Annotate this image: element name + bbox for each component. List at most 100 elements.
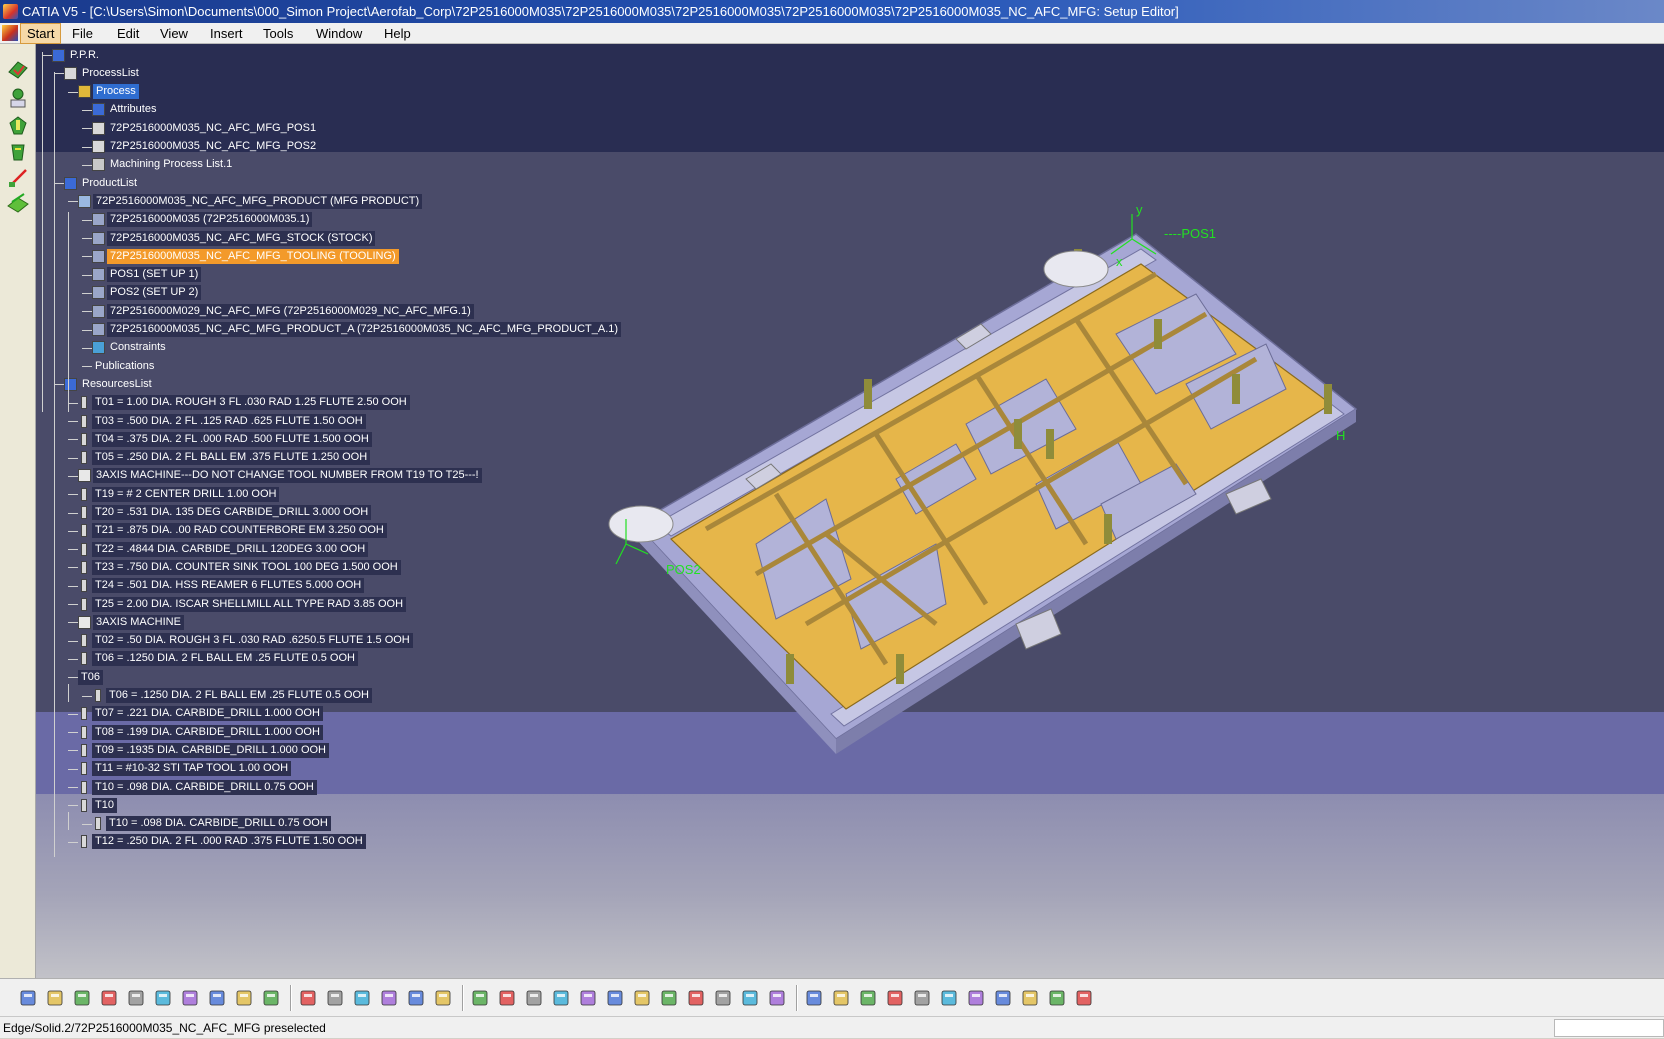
tool-path-icon[interactable] [6, 166, 30, 190]
layout-icon[interactable] [966, 988, 986, 1008]
tree-node[interactable]: T20 = .531 DIA. 135 DEG CARBIDE_DRILL 3.… [78, 505, 372, 521]
nc-output-icon[interactable] [1020, 988, 1040, 1008]
menu-insert[interactable]: Insert [204, 23, 249, 44]
multi-view-icon[interactable] [659, 988, 679, 1008]
tree-node[interactable]: 72P2516000M035_NC_AFC_MFG_PRODUCT_A (72P… [92, 322, 622, 338]
tree-node[interactable]: Attributes [92, 102, 159, 118]
tree-node[interactable]: ResourcesList [64, 376, 155, 392]
tree-node[interactable]: 3AXIS MACHINE [78, 614, 184, 630]
catia-app-icon[interactable] [3, 4, 18, 19]
pan-icon[interactable] [524, 988, 544, 1008]
tree-node[interactable]: T06 = .1250 DIA. 2 FL BALL EM .25 FLUTE … [78, 651, 358, 667]
machining-operation-icon[interactable] [6, 114, 30, 138]
tree-node[interactable]: ProductList [64, 175, 140, 191]
tree-node[interactable]: T23 = .750 DIA. COUNTER SINK TOOL 100 DE… [78, 559, 401, 575]
menu-start[interactable]: Start [20, 23, 62, 44]
rotate-icon[interactable] [551, 988, 571, 1008]
3d-viewport[interactable]: ----POS1 POS2 y x H P.P.R. ProcessList Pro… [36, 44, 1664, 978]
tree-node[interactable]: POS1 (SET UP 1) [92, 267, 202, 283]
tree-node[interactable]: T09 = .1935 DIA. CARBIDE_DRILL 1.000 OOH [78, 742, 330, 758]
whats-this-icon[interactable] [261, 988, 281, 1008]
manufacturing-program-icon[interactable] [6, 86, 30, 110]
tree-node[interactable]: T04 = .375 DIA. 2 FL .000 RAD .500 FLUTE… [78, 431, 372, 447]
tree-node[interactable]: 72P2516000M035 (72P2516000M035.1) [92, 212, 313, 228]
swap-visible-icon[interactable] [767, 988, 787, 1008]
measure-between-icon[interactable] [1047, 988, 1067, 1008]
tree-node[interactable]: T19 = # 2 CENTER DRILL 1.00 OOH [78, 486, 280, 502]
document-icon[interactable] [2, 25, 18, 41]
tree-node[interactable]: T07 = .221 DIA. CARBIDE_DRILL 1.000 OOH [78, 706, 323, 722]
open-icon[interactable] [45, 988, 65, 1008]
tree-node[interactable]: 3AXIS MACHINE---DO NOT CHANGE TOOL NUMBE… [78, 468, 482, 484]
tree-node[interactable]: T25 = 2.00 DIA. ISCAR SHELLMILL ALL TYPE… [78, 596, 407, 612]
geometry-icon[interactable] [6, 190, 30, 214]
zoom-in-icon[interactable] [578, 988, 598, 1008]
menu-help[interactable]: Help [378, 23, 417, 44]
tree-node[interactable]: T12 = .250 DIA. 2 FL .000 RAD .375 FLUTE… [78, 834, 366, 850]
video-icon[interactable] [885, 988, 905, 1008]
operation-table-icon[interactable] [831, 988, 851, 1008]
command-input[interactable] [1554, 1019, 1664, 1037]
table-icon[interactable] [379, 988, 399, 1008]
tree-node[interactable]: T01 = 1.00 DIA. ROUGH 3 FL .030 RAD 1.25… [78, 395, 410, 411]
redo-icon[interactable] [234, 988, 254, 1008]
iso-view-icon[interactable] [686, 988, 706, 1008]
menu-file[interactable]: File [66, 23, 99, 44]
fixture-model[interactable]: ----POS1 POS2 y x H [596, 194, 1456, 794]
save-icon[interactable] [72, 988, 92, 1008]
tree-node[interactable]: 72P2516000M035_NC_AFC_MFG_PRODUCT (MFG P… [78, 193, 423, 209]
view-mode-icon[interactable] [713, 988, 733, 1008]
tree-node[interactable]: Process [78, 84, 139, 100]
new-icon[interactable] [18, 988, 38, 1008]
menu-window[interactable]: Window [310, 23, 368, 44]
copy-icon[interactable] [153, 988, 173, 1008]
sketch-icon[interactable] [804, 988, 824, 1008]
measure-item-icon[interactable] [1074, 988, 1094, 1008]
tree-node[interactable]: POS2 (SET UP 2) [92, 285, 202, 301]
tree-node[interactable]: 72P2516000M029_NC_AFC_MFG (72P2516000M02… [92, 303, 474, 319]
tree-node[interactable]: Machining Process List.1 [92, 157, 235, 173]
menu-view[interactable]: View [154, 23, 194, 44]
paste-icon[interactable] [180, 988, 200, 1008]
tree-node[interactable]: T06 [78, 669, 103, 685]
tree-node[interactable]: T10 = .098 DIA. CARBIDE_DRILL 0.75 OOH [78, 779, 317, 795]
tree-node[interactable]: 72P2516000M035_NC_AFC_MFG_STOCK (STOCK) [92, 230, 376, 246]
print-icon[interactable] [99, 988, 119, 1008]
tool-path-replay-icon[interactable] [858, 988, 878, 1008]
tree-node[interactable]: ProcessList [64, 65, 142, 81]
tree-node[interactable]: 72P2516000M035_NC_AFC_MFG_TOOLING (TOOLI… [92, 248, 399, 264]
tree-node[interactable]: T10 [78, 797, 117, 813]
fit-all-icon[interactable] [497, 988, 517, 1008]
tree-node[interactable]: T08 = .199 DIA. CARBIDE_DRILL 1.000 OOH [78, 724, 323, 740]
tree-node[interactable]: Constraints [92, 340, 169, 356]
tree-node[interactable]: T22 = .4844 DIA. CARBIDE_DRILL 120DEG 3.… [78, 541, 369, 557]
knowledge-advisor-icon[interactable] [325, 988, 345, 1008]
tree-node[interactable]: Publications [92, 358, 157, 374]
menu-tools[interactable]: Tools [257, 23, 299, 44]
tree-node[interactable]: T21 = .875 DIA. .00 RAD COUNTERBORE EM 3… [78, 523, 387, 539]
normal-view-icon[interactable] [632, 988, 652, 1008]
tool-change-icon[interactable] [6, 140, 30, 164]
machining-feature-icon[interactable] [912, 988, 932, 1008]
switch-icon[interactable] [433, 988, 453, 1008]
manufacturing-view-icon[interactable] [993, 988, 1013, 1008]
compute-icon[interactable] [939, 988, 959, 1008]
tree-node[interactable]: T05 = .250 DIA. 2 FL BALL EM .375 FLUTE … [78, 450, 371, 466]
measure-icon[interactable] [352, 988, 372, 1008]
catalog-icon[interactable] [406, 988, 426, 1008]
tree-node[interactable]: T02 = .50 DIA. ROUGH 3 FL .030 RAD .6250… [78, 633, 413, 649]
nc-part-operation-icon[interactable] [6, 58, 30, 82]
formula-icon[interactable] [298, 988, 318, 1008]
tree-node[interactable]: T10 = .098 DIA. CARBIDE_DRILL 0.75 OOH [92, 816, 331, 832]
tree-node[interactable]: 72P2516000M035_NC_AFC_MFG_POS2 [92, 139, 319, 155]
fly-mode-icon[interactable] [470, 988, 490, 1008]
tree-node[interactable]: P.P.R. [52, 47, 102, 63]
tree-node[interactable]: T06 = .1250 DIA. 2 FL BALL EM .25 FLUTE … [92, 688, 372, 704]
undo-icon[interactable] [207, 988, 227, 1008]
zoom-out-icon[interactable] [605, 988, 625, 1008]
tree-node[interactable]: T11 = #10-32 STI TAP TOOL 1.00 OOH [78, 761, 292, 777]
hide-show-icon[interactable] [740, 988, 760, 1008]
cut-icon[interactable] [126, 988, 146, 1008]
tree-node[interactable]: T24 = .501 DIA. HSS REAMER 6 FLUTES 5.00… [78, 578, 365, 594]
tree-node[interactable]: T03 = .500 DIA. 2 FL .125 RAD .625 FLUTE… [78, 413, 366, 429]
